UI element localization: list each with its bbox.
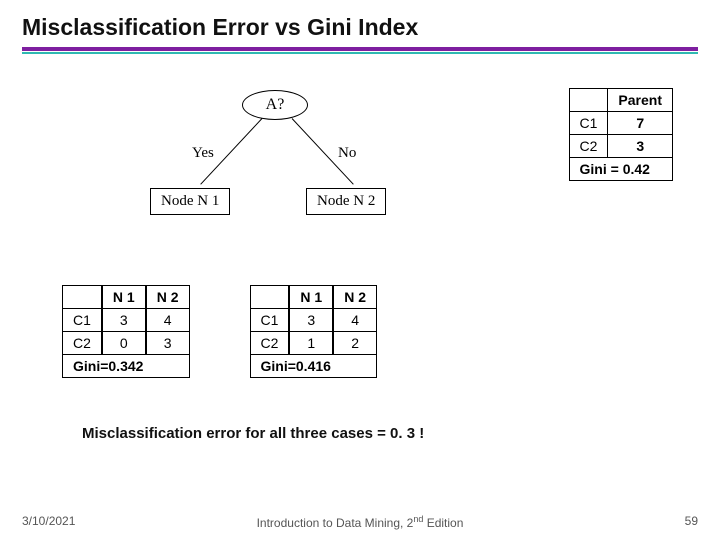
- cell-value: 3: [289, 309, 333, 332]
- edge-label-no: No: [338, 145, 356, 162]
- col-header: N 1: [289, 286, 333, 309]
- col-header: N 2: [146, 286, 189, 309]
- footer-center-post: Edition: [423, 516, 463, 530]
- table-row: C2 3: [569, 135, 672, 158]
- corner-blank: [63, 286, 102, 309]
- row-label: C1: [569, 112, 608, 135]
- cell-value: 3: [102, 309, 146, 332]
- row-value: 7: [608, 112, 673, 135]
- edge-label-yes: Yes: [192, 145, 214, 162]
- title-rule: [0, 47, 720, 54]
- tree-node-n2: Node N 2: [306, 188, 386, 215]
- cell-value: 4: [333, 309, 376, 332]
- table-row: C1 3 4: [63, 309, 190, 332]
- parent-header-blank: [569, 89, 608, 112]
- row-label: C1: [250, 309, 289, 332]
- split-table-1: N 1 N 2 C1 3 4 C2 0 3 Gini=0.342: [62, 285, 190, 378]
- col-header: N 2: [333, 286, 376, 309]
- row-label: C1: [63, 309, 102, 332]
- table-row: C1 7: [569, 112, 672, 135]
- row-label: C2: [569, 135, 608, 158]
- corner-blank: [250, 286, 289, 309]
- tree-root: A?: [242, 90, 308, 120]
- table-row: C2 1 2: [250, 332, 377, 355]
- split-footer: Gini=0.342: [63, 355, 190, 378]
- cell-value: 2: [333, 332, 376, 355]
- tree-node-n1: Node N 1: [150, 188, 230, 215]
- split-footer: Gini=0.416: [250, 355, 377, 378]
- cell-value: 3: [146, 332, 189, 355]
- split-gini: Gini=0.342: [63, 355, 190, 378]
- page-title: Misclassification Error vs Gini Index: [0, 0, 720, 47]
- cell-value: 4: [146, 309, 189, 332]
- row-value: 3: [608, 135, 673, 158]
- slide-content: A? Yes No Node N 1 Node N 2 Parent C1 7 …: [22, 70, 698, 480]
- conclusion-note: Misclassification error for all three ca…: [82, 425, 424, 442]
- footer-center-sup: nd: [413, 514, 423, 524]
- footer-center: Introduction to Data Mining, 2nd Edition: [22, 514, 698, 530]
- split-tables: N 1 N 2 C1 3 4 C2 0 3 Gini=0.342 N 1 N 2: [22, 285, 698, 378]
- split-gini: Gini=0.416: [250, 355, 377, 378]
- parent-footer: Gini = 0.42: [569, 158, 672, 181]
- parent-gini: Gini = 0.42: [569, 158, 672, 181]
- row-label: C2: [250, 332, 289, 355]
- cell-value: 0: [102, 332, 146, 355]
- parent-table: Parent C1 7 C2 3 Gini = 0.42: [569, 88, 673, 181]
- slide-footer: 3/10/2021 Introduction to Data Mining, 2…: [22, 514, 698, 528]
- decision-tree-diagram: A? Yes No Node N 1 Node N 2: [92, 90, 442, 260]
- table-row: C1 3 4: [250, 309, 377, 332]
- footer-center-pre: Introduction to Data Mining, 2: [257, 516, 414, 530]
- row-label: C2: [63, 332, 102, 355]
- split-table-2: N 1 N 2 C1 3 4 C2 1 2 Gini=0.416: [250, 285, 378, 378]
- col-header: N 1: [102, 286, 146, 309]
- cell-value: 1: [289, 332, 333, 355]
- parent-header-label: Parent: [608, 89, 673, 112]
- table-row: C2 0 3: [63, 332, 190, 355]
